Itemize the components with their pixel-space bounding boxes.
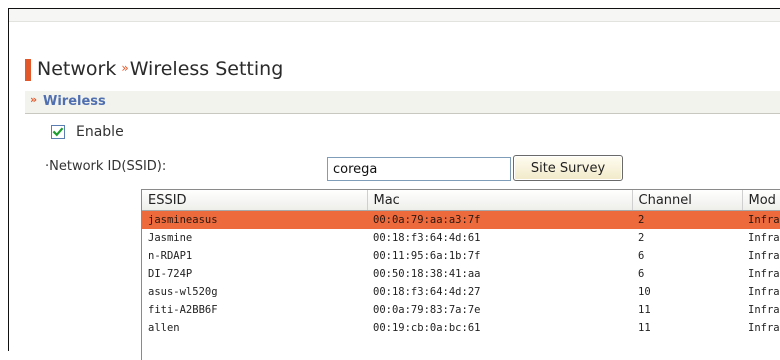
cell-essid: allen <box>148 322 180 334</box>
cell-mode: Infra <box>748 322 780 334</box>
title-accent-bar <box>25 59 31 81</box>
cell-essid: jasmineasus <box>142 210 367 229</box>
site-survey-button[interactable]: Site Survey <box>513 155 623 181</box>
cell-mac: 00:19:cb:0a:bc:61 <box>373 322 481 334</box>
cell-channel: 11 <box>638 322 651 334</box>
cell-mac: 00:11:95:6a:1b:7f <box>373 250 481 262</box>
table-row[interactable]: jasmineasus 00:0a:79:aa:a3:7f 2 Infra <box>142 210 780 229</box>
cell-mode: Infra <box>748 232 780 244</box>
cell-mode: Infra <box>748 304 780 316</box>
column-header-channel[interactable]: Channel <box>632 190 743 211</box>
cell-mac: 00:50:18:38:41:aa <box>373 268 481 280</box>
cell-mac: 00:18:f3:64:4d:27 <box>373 286 481 298</box>
cell-essid: fiti-A2BB6F <box>148 304 218 316</box>
cell-mac: 00:0a:79:83:7a:7e <box>373 304 481 316</box>
table-row[interactable]: asus-wl520g 00:18:f3:64:4d:27 10 Infra <box>142 283 780 301</box>
cell-essid: asus-wl520g <box>148 286 218 298</box>
title-network: Network <box>37 58 117 80</box>
site-survey-table: ESSID Mac Channel Mod jasmineasus 00:0a:7… <box>141 189 780 360</box>
cell-channel: 6 <box>638 250 645 262</box>
cell-channel: 6 <box>638 268 645 280</box>
top-band <box>9 9 780 22</box>
table-row[interactable]: Jasmine 00:18:f3:64:4d:61 2 Infra <box>142 229 780 247</box>
table-row[interactable]: DI-724P 00:50:18:38:41:aa 6 Infra <box>142 265 780 283</box>
column-header-mode[interactable]: Mod <box>742 190 780 211</box>
column-header-essid[interactable]: ESSID <box>142 190 368 211</box>
checkmark-icon <box>52 127 64 137</box>
cell-mac: 00:0a:79:aa:a3:7f <box>367 210 632 229</box>
cell-mode: Infra <box>748 268 780 280</box>
cell-essid: Jasmine <box>148 232 193 244</box>
ssid-input[interactable] <box>327 157 511 181</box>
ssid-row: ·Network ID(SSID): Site Survey <box>45 155 780 183</box>
title-wireless-setting: Wireless Setting <box>129 58 284 80</box>
ssid-label: ·Network ID(SSID): <box>45 159 167 174</box>
double-chevron-icon: » <box>30 93 38 106</box>
cell-mode: Infra <box>742 210 780 229</box>
cell-essid: DI-724P <box>148 268 193 280</box>
cell-channel: 11 <box>638 304 651 316</box>
enable-label: Enable <box>76 124 124 140</box>
table-row[interactable]: fiti-A2BB6F 00:0a:79:83:7a:7e 11 Infra <box>142 301 780 319</box>
table-row[interactable]: allen 00:19:cb:0a:bc:61 11 Infra <box>142 319 780 337</box>
cell-channel: 10 <box>638 286 651 298</box>
enable-checkbox[interactable] <box>51 125 65 139</box>
table-header-row: ESSID Mac Channel Mod <box>142 190 780 211</box>
section-label: Wireless <box>43 94 106 109</box>
cell-mac: 00:18:f3:64:4d:61 <box>373 232 481 244</box>
table-row[interactable]: n-RDAP1 00:11:95:6a:1b:7f 6 Infra <box>142 247 780 265</box>
column-header-mac[interactable]: Mac <box>367 190 633 211</box>
page-frame: Network »Wireless Setting » Wireless Enab… <box>8 8 780 360</box>
cell-essid: n-RDAP1 <box>148 250 193 262</box>
section-header-wireless: » Wireless <box>25 91 780 114</box>
cell-channel: 2 <box>638 232 645 244</box>
cell-mode: Infra <box>748 250 780 262</box>
cell-channel: 2 <box>632 210 742 229</box>
cell-mode: Infra <box>748 286 780 298</box>
title-separator: » <box>121 61 129 75</box>
